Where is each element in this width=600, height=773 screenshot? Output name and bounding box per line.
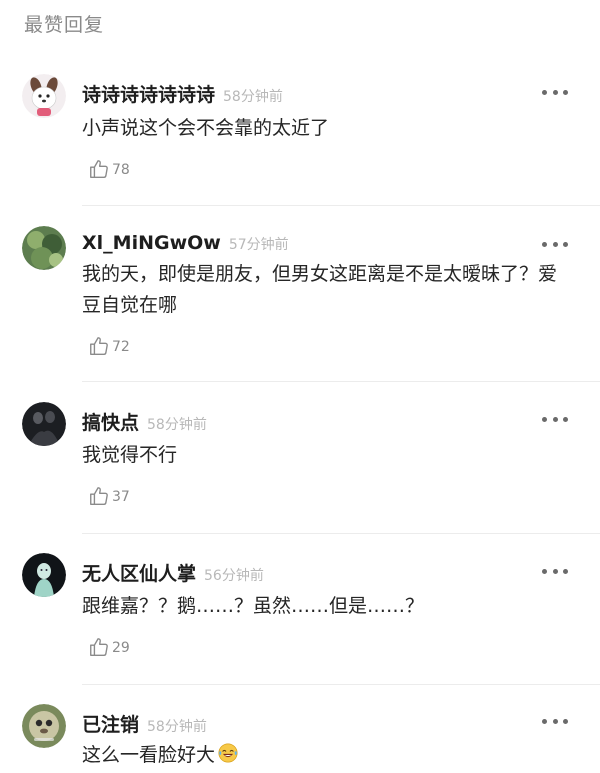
more-options-icon[interactable] <box>542 566 568 576</box>
avatar[interactable] <box>22 402 66 446</box>
dark-photo-avatar-icon <box>22 402 66 446</box>
like-count: 72 <box>112 339 130 355</box>
more-options-icon[interactable] <box>542 716 568 726</box>
timestamp: 56分钟前 <box>204 568 264 584</box>
comment-text: 跟维嘉？？鹅……？虽然……但是……？ <box>82 595 425 617</box>
comment-text: 我的天，即使是朋友，但男女这距离是不是太暧昧了？爱豆自觉在哪 <box>82 263 558 316</box>
thumbs-up-icon <box>90 487 108 505</box>
deleted-user-avatar-icon <box>22 704 66 748</box>
more-options-icon[interactable] <box>542 87 568 97</box>
username[interactable]: Xl_MiNGwOw <box>82 232 221 254</box>
like-button[interactable]: 37 <box>88 485 130 507</box>
username[interactable]: 搞快点 <box>82 408 139 435</box>
divider <box>82 684 600 685</box>
avatar[interactable] <box>22 553 66 597</box>
avatar[interactable] <box>22 74 66 118</box>
username[interactable]: 已注销 <box>82 710 139 737</box>
like-count: 37 <box>112 489 130 505</box>
green-nature-avatar-icon <box>22 226 66 270</box>
thumbs-up-icon <box>90 160 108 178</box>
divider <box>82 533 600 534</box>
comment-text: 小声说这个会不会靠的太近了 <box>82 117 330 139</box>
ghost-figure-avatar-icon <box>22 553 66 597</box>
cartoon-dog-avatar-icon <box>22 74 66 118</box>
like-count: 78 <box>112 162 130 178</box>
thumbs-up-icon <box>90 337 108 355</box>
like-count: 29 <box>112 640 130 656</box>
timestamp: 58分钟前 <box>147 719 207 735</box>
avatar[interactable] <box>22 226 66 270</box>
username[interactable]: 无人区仙人掌 <box>82 559 196 586</box>
timestamp: 58分钟前 <box>147 417 207 433</box>
divider <box>82 205 600 206</box>
section-title: 最赞回复 <box>24 14 105 36</box>
like-button[interactable]: 78 <box>88 158 130 180</box>
laughing-tears-emoji-icon <box>218 743 238 763</box>
divider <box>82 381 600 382</box>
comment-text: 这么一看脸好大 <box>82 740 582 771</box>
comment-text: 我觉得不行 <box>82 444 178 466</box>
like-button[interactable]: 29 <box>88 636 130 658</box>
like-button[interactable]: 72 <box>88 335 130 357</box>
thumbs-up-icon <box>90 638 108 656</box>
comment-text-content: 这么一看脸好大 <box>82 744 216 766</box>
timestamp: 57分钟前 <box>228 237 289 253</box>
avatar[interactable] <box>22 704 66 748</box>
username[interactable]: 诗诗诗诗诗诗诗 <box>82 80 215 107</box>
more-options-icon[interactable] <box>542 414 568 424</box>
more-options-icon[interactable] <box>542 239 568 249</box>
timestamp: 58分钟前 <box>223 89 283 105</box>
